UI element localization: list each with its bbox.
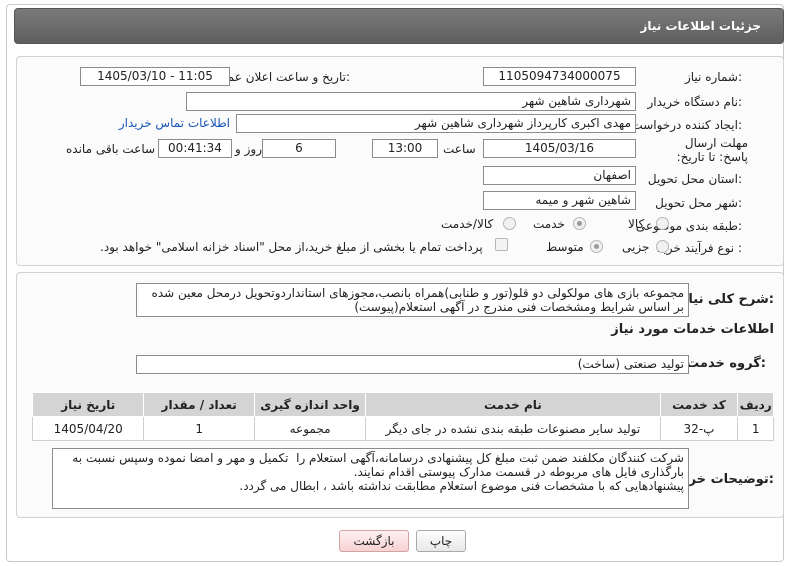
buyer-contact-link[interactable]: اطلاعات تماس خریدار bbox=[119, 116, 230, 130]
deadline-date-field: 1405/03/16 bbox=[483, 139, 636, 158]
city-label: شهر محل تحویل: bbox=[655, 196, 742, 210]
need-number-field: 1105094734000075 bbox=[483, 67, 636, 86]
service-group-label: گروه خدمت: bbox=[686, 356, 766, 371]
cell-need-date: 1405/04/20 bbox=[31, 416, 145, 441]
requester-label: ایجاد کننده درخواست: bbox=[631, 118, 742, 132]
remaining-time-field: 00:41:34 bbox=[158, 139, 232, 158]
remaining-days-field: 6 bbox=[262, 139, 336, 158]
deadline-label: مهلت ارسال پاسخ: تا تاریخ: bbox=[676, 136, 748, 164]
service-group-field: تولید صنعتی (ساخت) bbox=[136, 355, 689, 374]
remaining-days-label: روز و bbox=[235, 142, 262, 156]
need-number-label: شماره نیاز: bbox=[684, 70, 742, 84]
category-option-goods-service: کالا/خدمت bbox=[441, 217, 494, 231]
remaining-time-label: ساعت باقی مانده bbox=[66, 142, 156, 156]
col-service-code: کد خدمت bbox=[659, 392, 739, 417]
cell-row: 1 bbox=[737, 416, 774, 441]
col-quantity: تعداد / مقدار bbox=[143, 392, 255, 417]
category-option-service: خدمت bbox=[533, 217, 565, 231]
category-radio-goods[interactable] bbox=[656, 217, 669, 230]
description-textarea: مجموعه بازی های مولکولی دو قلو(تور و طنا… bbox=[136, 283, 689, 317]
province-field: اصفهان bbox=[483, 166, 636, 185]
back-button[interactable]: بازگشت bbox=[339, 530, 409, 552]
print-button[interactable]: چاپ bbox=[416, 530, 466, 552]
page-title: جزئیات اطلاعات نیاز bbox=[640, 19, 761, 33]
cell-service-code: پ-32 bbox=[659, 416, 739, 441]
category-radio-service[interactable] bbox=[573, 217, 586, 230]
requester-field: مهدی اکبری کارپرداز شهرداری شاهین شهر bbox=[236, 114, 636, 133]
description-label: شرح کلی نیاز: bbox=[680, 292, 774, 307]
purchase-option-minor: جزیی bbox=[622, 240, 650, 254]
cell-unit: مجموعه bbox=[253, 416, 367, 441]
col-need-date: تاریخ نیاز bbox=[31, 392, 145, 417]
announce-datetime-field: 1405/03/10 - 11:05 bbox=[80, 67, 230, 86]
buyer-notes-textarea: شرکت کنندگان مکلفند ضمن ثبت مبلغ کل پیشن… bbox=[52, 448, 689, 509]
purchase-radio-medium[interactable] bbox=[590, 240, 603, 253]
category-radio-goods-service[interactable] bbox=[503, 217, 516, 230]
deadline-time-label: ساعت bbox=[443, 142, 476, 156]
category-option-goods: کالا bbox=[628, 217, 645, 231]
treasury-checkbox[interactable] bbox=[495, 238, 508, 251]
buyer-org-label: نام دستگاه خریدار: bbox=[647, 95, 743, 109]
col-service-name: نام خدمت bbox=[365, 392, 661, 417]
cell-quantity: 1 bbox=[143, 416, 255, 441]
deadline-time-field: 13:00 bbox=[372, 139, 438, 158]
buyer-org-field: شهرداری شاهین شهر bbox=[186, 92, 636, 111]
category-label: طبقه بندی موضوعی: bbox=[635, 219, 742, 233]
table-row: 1 پ-32 تولید سایر مصنوعات طبقه بندی نشده… bbox=[31, 416, 774, 441]
province-label: استان محل تحویل: bbox=[647, 172, 742, 186]
services-table-header: ردیف کد خدمت نام خدمت واحد اندازه گیری ت… bbox=[31, 392, 774, 417]
header-bar: جزئیات اطلاعات نیاز bbox=[14, 8, 784, 44]
services-table: ردیف کد خدمت نام خدمت واحد اندازه گیری ت… bbox=[31, 392, 774, 441]
col-row: ردیف bbox=[737, 392, 774, 417]
purchase-type-label: نوع فرآیند خرید : bbox=[657, 241, 742, 255]
treasury-note: پرداخت تمام یا بخشی از مبلغ خرید،از محل … bbox=[100, 240, 483, 254]
cell-service-name: تولید سایر مصنوعات طبقه بندی نشده در جای… bbox=[365, 416, 661, 441]
services-section-title: اطلاعات خدمات مورد نیاز bbox=[611, 322, 774, 337]
city-field: شاهین شهر و میمه bbox=[483, 191, 636, 210]
purchase-option-medium: متوسط bbox=[546, 240, 584, 254]
col-unit: واحد اندازه گیری bbox=[253, 392, 367, 417]
purchase-radio-minor[interactable] bbox=[656, 240, 669, 253]
